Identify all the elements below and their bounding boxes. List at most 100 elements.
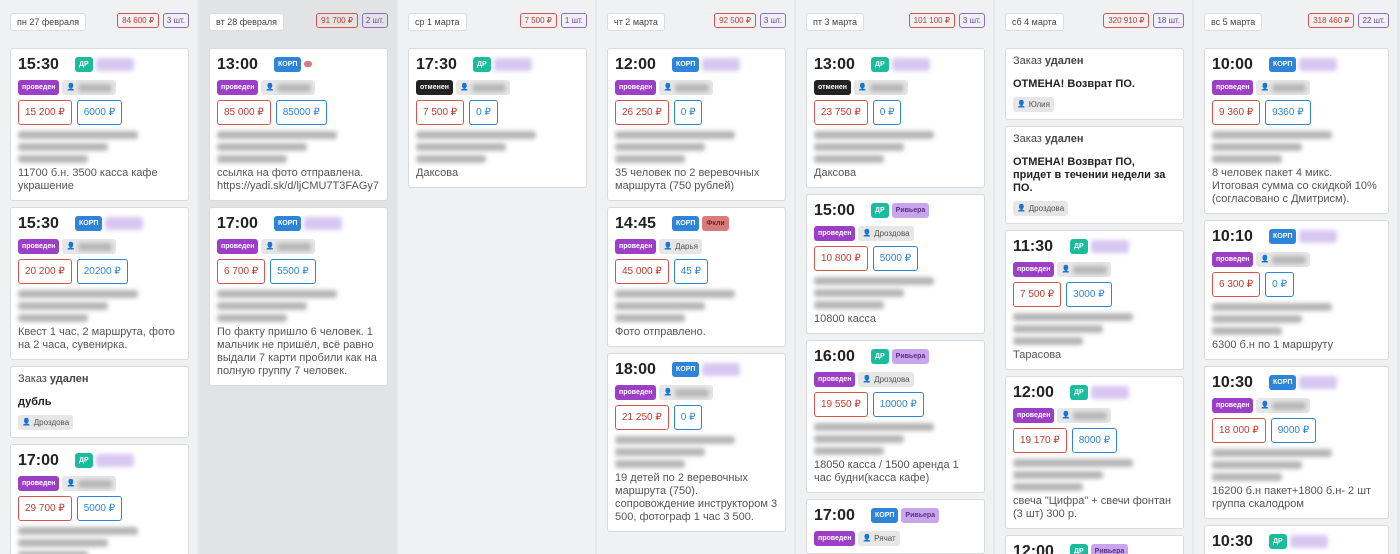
- paid-amount[interactable]: 0 ₽: [1265, 272, 1294, 297]
- user-icon: 👤: [66, 84, 76, 91]
- paid-amount[interactable]: 45 ₽: [673, 259, 708, 284]
- blurred-line: [1212, 449, 1332, 457]
- order-amount[interactable]: 7 500 ₽: [1013, 282, 1062, 307]
- order-amount[interactable]: 19 550 ₽: [814, 392, 868, 417]
- order-card[interactable]: 10:30ДРпроведен👤: [1204, 525, 1389, 554]
- day-sum-badge: 318 460 ₽: [1308, 13, 1355, 28]
- day-name: ср 1 марта: [408, 13, 467, 31]
- blurred-line: [1013, 459, 1133, 467]
- order-card[interactable]: 13:00 КОРП проведен 👤 85 000 ₽85000 ₽ ссылка …: [209, 48, 388, 201]
- order-type-tag: КОРП: [274, 56, 302, 72]
- paid-amount[interactable]: 20200 ₽: [76, 259, 128, 284]
- deleted-header: Заказ удален: [18, 373, 89, 385]
- order-amount[interactable]: 20 200 ₽: [18, 259, 72, 284]
- day-header: вт 28 февраля 91 700 ₽2 шт.: [199, 0, 396, 44]
- order-card[interactable]: 12:00 КОРП проведен 👤 26 250 ₽0 ₽ 35 человек …: [607, 48, 786, 201]
- order-amount[interactable]: 19 170 ₽: [1013, 428, 1067, 453]
- user-icon: 👤: [1061, 266, 1071, 273]
- order-amount[interactable]: 21 250 ₽: [615, 405, 669, 430]
- paid-amount[interactable]: 5500 ₽: [270, 259, 316, 284]
- order-amount[interactable]: 85 000 ₽: [217, 100, 271, 125]
- user-icon: 👤: [857, 84, 867, 91]
- blurred-client-tag: [95, 453, 134, 467]
- order-card[interactable]: 10:00 КОРП проведен 👤 9 360 ₽9360 ₽ 8 человек…: [1204, 48, 1389, 214]
- order-time: 13:00: [217, 55, 258, 73]
- order-amount[interactable]: 10 800 ₽: [814, 246, 868, 271]
- order-time: 12:00: [615, 55, 656, 73]
- order-card[interactable]: 14:45 КОРП Фкли проведен 👤 Дарья 45 000 ₽45 ₽ Ф…: [607, 207, 786, 347]
- order-card[interactable]: 17:00 ДР проведен 👤 29 700 ₽5000 ₽: [10, 444, 189, 554]
- user-icon: 👤: [1017, 101, 1026, 108]
- order-amount[interactable]: 6 700 ₽: [217, 259, 266, 284]
- manager-badge: 👤 Юлия: [1013, 97, 1054, 112]
- deleted-order-card[interactable]: Заказ удален ОТМЕНА! Возврат ПО. 👤 Юлия: [1005, 48, 1184, 120]
- deleted-order-card[interactable]: Заказ удален ОТМЕНА! Возврат ПО, придет в…: [1005, 126, 1184, 224]
- order-note: По факту пришло 6 человек. 1 мальчик не …: [217, 326, 377, 377]
- paid-amount[interactable]: 9360 ₽: [1265, 100, 1311, 125]
- manager-badge: 👤 Дроздова: [1013, 201, 1069, 216]
- order-type-tag: ДР: [1269, 533, 1287, 549]
- paid-amount[interactable]: 0 ₽: [673, 405, 703, 430]
- order-card[interactable]: 13:00 ДР отменен 👤 23 750 ₽0 ₽ Даксова: [806, 48, 985, 188]
- blurred-line: [814, 155, 884, 163]
- order-type-tag: КОРП: [1269, 374, 1297, 390]
- blurred-line: [18, 155, 88, 163]
- blurred-client-tag: [1090, 239, 1129, 253]
- paid-amount[interactable]: 0 ₽: [469, 100, 498, 125]
- blurred-line: [615, 302, 705, 310]
- order-amount[interactable]: 23 750 ₽: [814, 100, 868, 125]
- order-note: Даксова: [416, 167, 459, 179]
- order-type-tag: ДР: [871, 56, 889, 72]
- paid-amount[interactable]: 0 ₽: [872, 100, 902, 125]
- order-card[interactable]: 12:00 ДР проведен 👤 19 170 ₽8000 ₽ свеча "Циф…: [1005, 376, 1184, 529]
- blurred-line: [217, 143, 307, 151]
- paid-amount[interactable]: 0 ₽: [673, 100, 703, 125]
- order-amount[interactable]: 7 500 ₽: [416, 100, 465, 125]
- order-card[interactable]: 18:00 КОРП проведен 👤 21 250 ₽0 ₽ 19 детей по…: [607, 353, 786, 532]
- order-card[interactable]: 12:00 ДР Ривьера: [1005, 535, 1184, 554]
- blurred-client-tag: [95, 57, 134, 71]
- status-badge: проведен: [814, 531, 856, 546]
- order-amount[interactable]: 6 300 ₽: [1212, 272, 1261, 297]
- deleted-order-card[interactable]: Заказ удален дубль 👤 Дроздова: [10, 366, 189, 438]
- manager-name: Рячат: [874, 534, 896, 543]
- order-amount[interactable]: 9 360 ₽: [1212, 100, 1261, 125]
- order-amount[interactable]: 45 000 ₽: [615, 259, 669, 284]
- paid-amount[interactable]: 9000 ₽: [1270, 418, 1317, 443]
- paid-amount[interactable]: 10000 ₽: [872, 392, 924, 417]
- order-card[interactable]: 17:00 КОРП Ривьера проведен 👤 Рячат: [806, 499, 985, 554]
- order-type-tag: КОРП: [871, 507, 899, 523]
- order-card[interactable]: 17:00 КОРП проведен 👤 6 700 ₽5500 ₽ По факту …: [209, 207, 388, 386]
- blurred-client-tag: [1299, 229, 1338, 243]
- blurred-line: [814, 423, 934, 431]
- user-icon: 👤: [265, 84, 275, 91]
- blurred-line: [18, 314, 88, 322]
- order-amount[interactable]: 18 000 ₽: [1212, 418, 1266, 443]
- order-amount[interactable]: 26 250 ₽: [615, 100, 669, 125]
- order-card[interactable]: 15:30 КОРП проведен 👤 20 200 ₽20200 ₽ Квест 1…: [10, 207, 189, 360]
- order-card[interactable]: 15:00 ДР Ривьера проведен 👤 Дроздова 10 800 ₽5…: [806, 194, 985, 334]
- paid-amount[interactable]: 85000 ₽: [275, 100, 327, 125]
- order-card[interactable]: 17:30 ДР отменен 👤 7 500 ₽0 ₽ Даксова: [408, 48, 587, 188]
- order-type-tag: ДР: [1070, 543, 1088, 554]
- paid-amount[interactable]: 8000 ₽: [1071, 428, 1118, 453]
- blurred-line: [814, 131, 934, 139]
- order-card[interactable]: 16:00 ДР Ривьера проведен 👤 Дроздова 19 550 ₽1…: [806, 340, 985, 493]
- order-card[interactable]: 15:30 ДР проведен 👤 15 200 ₽6000 ₽ 11700 б.н.…: [10, 48, 189, 201]
- order-note: Фото отправлено.: [615, 326, 706, 338]
- order-card[interactable]: 10:30 КОРП проведен 👤 18 000 ₽9000 ₽ 16200 б.…: [1204, 366, 1389, 519]
- paid-amount[interactable]: 3000 ₽: [1066, 282, 1112, 307]
- order-amount[interactable]: 15 200 ₽: [18, 100, 72, 125]
- paid-amount[interactable]: 5000 ₽: [76, 496, 123, 521]
- order-amount[interactable]: 29 700 ₽: [18, 496, 72, 521]
- order-card[interactable]: 10:10 КОРП проведен 👤 6 300 ₽0 ₽ 6300 б.н по …: [1204, 220, 1389, 360]
- paid-amount[interactable]: 5000 ₽: [872, 246, 919, 271]
- blurred-line: [1212, 155, 1282, 163]
- order-time: 12:00: [1013, 542, 1054, 554]
- order-card[interactable]: 11:30 ДР проведен 👤 7 500 ₽3000 ₽ Тарасова: [1005, 230, 1184, 370]
- day-name: чт 2 марта: [607, 13, 665, 31]
- manager-badge: 👤: [1057, 262, 1112, 277]
- day-sum-badge: 7 500 ₽: [519, 13, 557, 28]
- manager-badge: 👤: [1256, 80, 1311, 95]
- paid-amount[interactable]: 6000 ₽: [76, 100, 123, 125]
